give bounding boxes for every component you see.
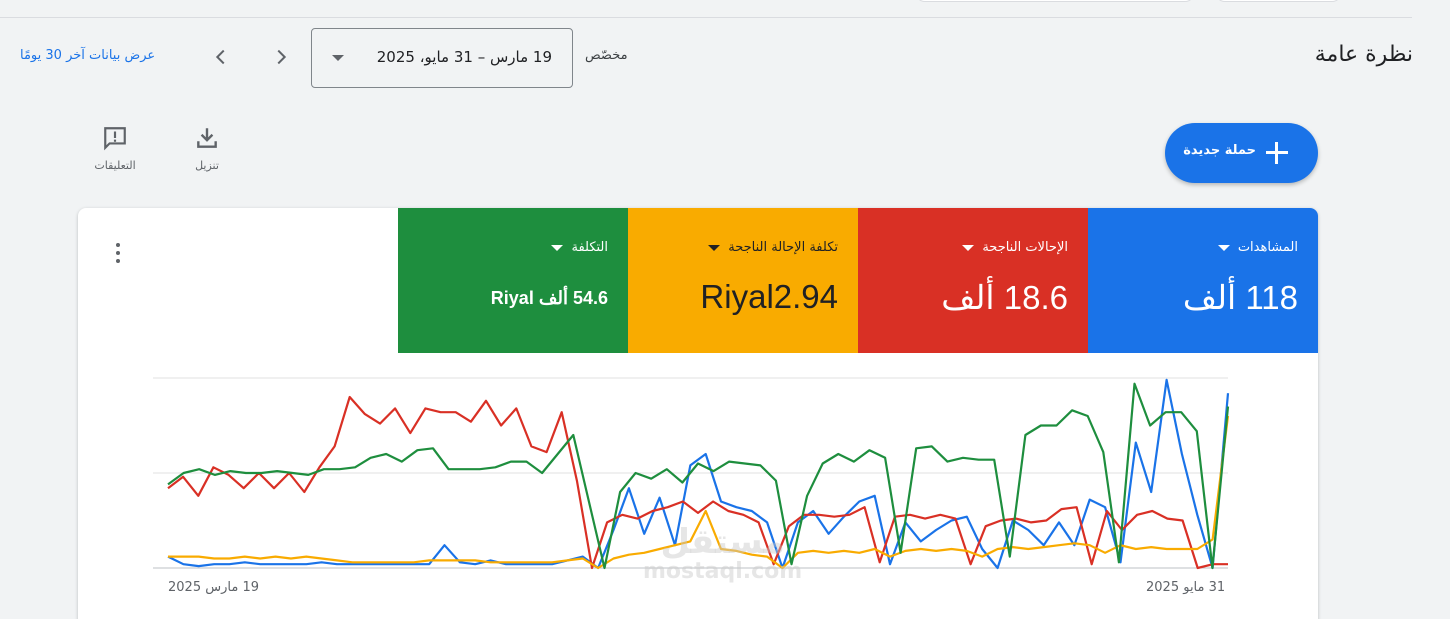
- metric-card-views[interactable]: المشاهدات 118 ألف: [1088, 208, 1318, 353]
- date-range-value: 19 مارس – 31 مايو، 2025: [376, 48, 552, 66]
- metric-card-cost-per-conversion[interactable]: تكلفة الإحالة الناجحة Riyal2.94: [628, 208, 858, 353]
- new-campaign-button[interactable]: حملة جديدة: [1165, 123, 1318, 183]
- metric-name-cost: التكلفة: [571, 240, 608, 255]
- dropdown-caret-icon: [962, 244, 975, 251]
- metric-name-views: المشاهدات: [1237, 240, 1298, 255]
- account-chip-edge[interactable]: [1215, 0, 1342, 2]
- date-range-dropdown[interactable]: 19 مارس – 31 مايو، 2025: [311, 28, 573, 88]
- feedback-label: التعليقات: [94, 159, 136, 172]
- metric-name-conversions: الإحالات الناجحة: [982, 240, 1068, 255]
- x-axis-end-label: 31 مايو 2025: [1146, 580, 1226, 595]
- date-range-type-label: مخصّص: [585, 48, 628, 63]
- page-title: نظرة عامة: [1314, 42, 1413, 67]
- previous-period-button[interactable]: [206, 42, 236, 72]
- download-button[interactable]: تنزيل: [172, 125, 242, 172]
- metric-name-cost-per-conversion: تكلفة الإحالة الناجحة: [728, 240, 838, 255]
- feedback-button[interactable]: التعليقات: [80, 125, 150, 172]
- new-campaign-label: حملة جديدة: [1183, 143, 1256, 158]
- metric-value-views: 118 ألف: [1182, 279, 1298, 316]
- more-options-icon[interactable]: [110, 241, 126, 265]
- download-icon: [197, 128, 217, 148]
- dropdown-caret-icon: [551, 244, 564, 251]
- feedback-icon: [104, 127, 126, 151]
- metric-card-cost[interactable]: التكلفة 54.6 ألف Riyal: [398, 208, 628, 353]
- last-30-days-link[interactable]: عرض بيانات آخر 30 يومًا: [20, 48, 155, 63]
- x-axis-start-label: 19 مارس 2025: [168, 580, 259, 595]
- watermark-logo: مستقل mostaql.com: [643, 522, 803, 584]
- metric-value-cost: 54.6 ألف Riyal: [490, 288, 608, 308]
- dropdown-caret-icon: [1217, 244, 1230, 251]
- metric-value-cost-per-conversion: Riyal2.94: [700, 278, 838, 315]
- next-period-button[interactable]: [266, 42, 296, 72]
- search-box-edge[interactable]: [915, 0, 1195, 2]
- plus-icon: [1264, 140, 1290, 166]
- dropdown-caret-icon: [708, 244, 721, 251]
- metric-value-conversions: 18.6 ألف: [941, 279, 1068, 316]
- chevron-right-icon: [277, 49, 287, 65]
- metric-card-conversions[interactable]: الإحالات الناجحة 18.6 ألف: [858, 208, 1088, 353]
- download-label: تنزيل: [195, 159, 219, 172]
- chevron-left-icon: [215, 49, 225, 65]
- header-divider: [0, 17, 1412, 18]
- dropdown-caret-icon: [332, 55, 344, 61]
